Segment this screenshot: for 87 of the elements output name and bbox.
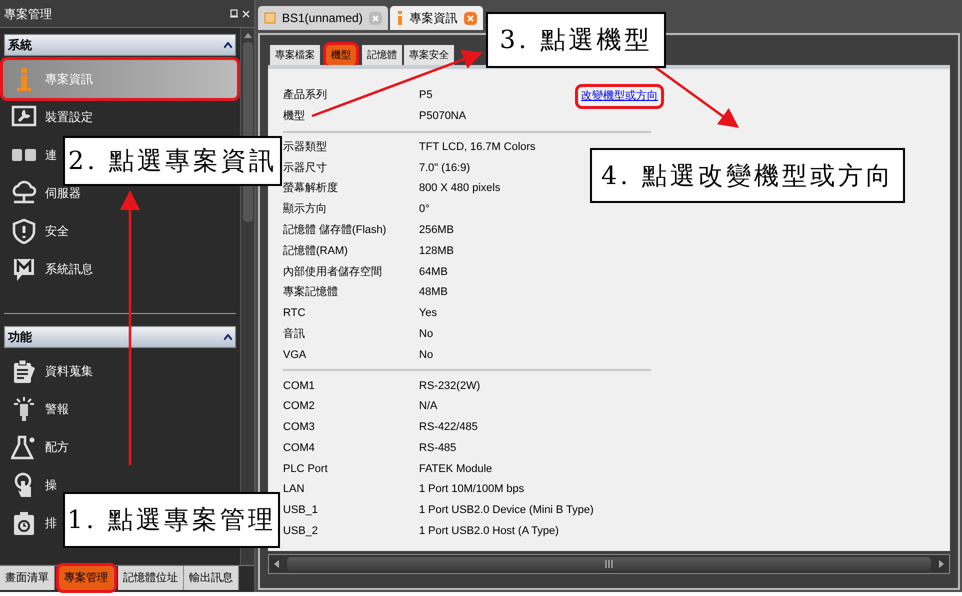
info-value: TFT LCD, 16.7M Colors <box>419 140 536 155</box>
info-label: RTC <box>283 306 306 322</box>
info-icon <box>396 11 404 25</box>
info-value: 0° <box>419 202 430 218</box>
info-label: 顯示方向 <box>283 202 328 218</box>
grip-icon[interactable] <box>605 560 613 568</box>
info-tab[interactable]: 專案檔案 <box>270 45 320 65</box>
info-label: 音訊 <box>283 326 306 342</box>
scroll-right-icon[interactable] <box>939 560 945 568</box>
change-model-link[interactable]: 改變機型或方向 <box>578 87 661 106</box>
info-label: 專案記憶體 <box>283 284 339 300</box>
bottom-tab[interactable]: 畫面清單 <box>0 566 55 590</box>
collapse-caret-icon[interactable] <box>224 42 232 48</box>
info-label: COM2 <box>283 399 316 414</box>
info-label: 螢幕解析度 <box>283 180 339 196</box>
info-value: 256MB <box>419 222 454 238</box>
info-value: 1 Port USB2.0 Host (A Type) <box>419 524 559 540</box>
info-label: 機型 <box>283 108 306 124</box>
info-label: 記憶體 儲存體(Flash) <box>283 222 388 238</box>
info-value: FATEK Module <box>419 462 492 477</box>
bottom-tab[interactable]: 專案管理 <box>59 566 114 590</box>
info-label: PLC Port <box>283 462 329 477</box>
info-label: 產品系列 <box>283 88 328 104</box>
info-value: 7.0" (16:9) <box>419 160 470 176</box>
info-label: COM4 <box>283 440 316 456</box>
sidebar-item[interactable]: 系統訊息 <box>3 250 94 288</box>
clipboard-icon <box>11 358 37 384</box>
callout-label: 4. 點選改變機型或方向 <box>590 148 905 203</box>
shield-icon <box>11 218 37 244</box>
callout-label: 2. 點選專案資訊 <box>63 136 282 186</box>
info-label: USB_2 <box>283 524 319 540</box>
info-label: 示器類型 <box>283 140 328 155</box>
info-value: No <box>419 326 434 342</box>
info-value: 128MB <box>419 244 454 259</box>
info-tab[interactable]: 專案安全 <box>404 45 454 65</box>
sidebar-item[interactable]: 操 <box>3 466 58 504</box>
info-value: RS-485 <box>419 440 456 456</box>
info-value: 800 X 480 pixels <box>419 181 500 196</box>
panel-title: 專案管理 <box>4 6 53 22</box>
info-label: COM1 <box>283 378 316 394</box>
message-icon <box>11 256 37 282</box>
info-value: 1 Port 10M/100M bps <box>419 482 524 498</box>
bottom-tab[interactable]: 輸出訊息 <box>184 566 239 590</box>
info-label: 示器尺寸 <box>283 160 328 176</box>
info-value: RS-422/485 <box>419 420 478 436</box>
info-value: 48MB <box>419 285 448 300</box>
sidebar-item[interactable]: 連 <box>3 136 58 174</box>
screen-icon <box>264 11 276 25</box>
info-value: 64MB <box>419 264 448 280</box>
info-value: 1 Port USB2.0 Device (Mini B Type) <box>419 503 594 518</box>
info-value: No <box>419 348 434 363</box>
info-value: RS-232(2W) <box>419 378 480 394</box>
close-icon[interactable] <box>242 10 250 18</box>
scroll-up-icon[interactable] <box>244 32 252 38</box>
info-value: P5070NA <box>419 108 466 124</box>
info-label: LAN <box>283 482 306 498</box>
scroll-left-icon[interactable] <box>273 560 279 568</box>
sidebar-item[interactable]: 裝置設定 <box>3 98 94 136</box>
bottom-tab[interactable]: 記憶體位址 <box>118 566 184 590</box>
sidebar-item[interactable]: 配方 <box>3 428 70 466</box>
info-label: COM3 <box>283 420 316 436</box>
section-header[interactable]: 功能 <box>4 326 236 348</box>
section-header[interactable]: 系統 <box>4 34 236 56</box>
info-label: 記憶體(RAM) <box>283 244 349 259</box>
sidebar-item[interactable]: 資料蒐集 <box>3 352 94 390</box>
info-tab[interactable]: 記憶體 <box>362 45 402 65</box>
callout-label: 3. 點選機型 <box>486 12 666 68</box>
info-tab[interactable]: 機型 <box>326 45 356 65</box>
info-label: VGA <box>283 348 308 363</box>
info-value: N/A <box>419 399 438 414</box>
clipboard-clock-icon <box>11 510 37 536</box>
document-tab[interactable]: BS1(unnamed) <box>258 6 388 30</box>
sidebar-item[interactable]: 安全 <box>3 212 70 250</box>
info-label: USB_1 <box>283 503 319 518</box>
flask-icon <box>11 434 37 460</box>
info-label: 內部使用者儲存空間 <box>283 264 383 280</box>
info-value: P5 <box>419 88 432 104</box>
pin-icon[interactable] <box>230 9 238 18</box>
callout-label: 1. 點選專案管理 <box>63 492 280 548</box>
sidebar-item[interactable]: 警報 <box>3 390 70 428</box>
info-value: Yes <box>419 306 437 322</box>
document-tab[interactable]: 專案資訊 <box>390 6 483 30</box>
cloud-server-icon <box>11 180 37 206</box>
collapse-caret-icon[interactable] <box>224 334 232 340</box>
alarm-light-icon <box>11 396 37 422</box>
sidebar-item[interactable]: 排 <box>3 504 58 542</box>
horizontal-scrollbar[interactable] <box>268 554 950 574</box>
